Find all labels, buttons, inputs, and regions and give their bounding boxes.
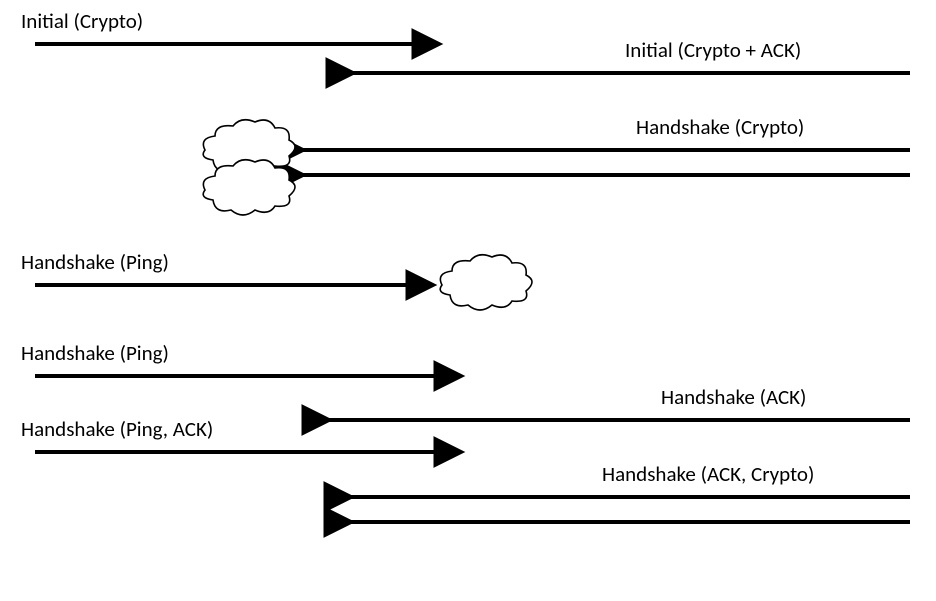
poof-label-3: poof xyxy=(470,275,502,296)
label-handshake-ack-crypto: Handshake (ACK, Crypto) xyxy=(602,461,814,487)
label-handshake-ping-1: Handshake (Ping) xyxy=(21,249,169,275)
label-initial-crypto-ack: Initial (Crypto + ACK) xyxy=(625,37,801,63)
label-initial-crypto: Initial (Crypto) xyxy=(21,8,143,34)
poof-label-1: poof xyxy=(234,140,266,161)
sequence-diagram: Initial (Crypto) Initial (Crypto + ACK) … xyxy=(0,0,936,601)
poof-label-2: poof xyxy=(234,180,266,201)
label-handshake-ping-ack: Handshake (Ping, ACK) xyxy=(21,416,213,442)
label-handshake-ping-2: Handshake (Ping) xyxy=(21,340,169,366)
label-handshake-ack: Handshake (ACK) xyxy=(661,384,806,410)
arrows-layer xyxy=(0,0,936,601)
label-handshake-crypto: Handshake (Crypto) xyxy=(636,114,804,140)
